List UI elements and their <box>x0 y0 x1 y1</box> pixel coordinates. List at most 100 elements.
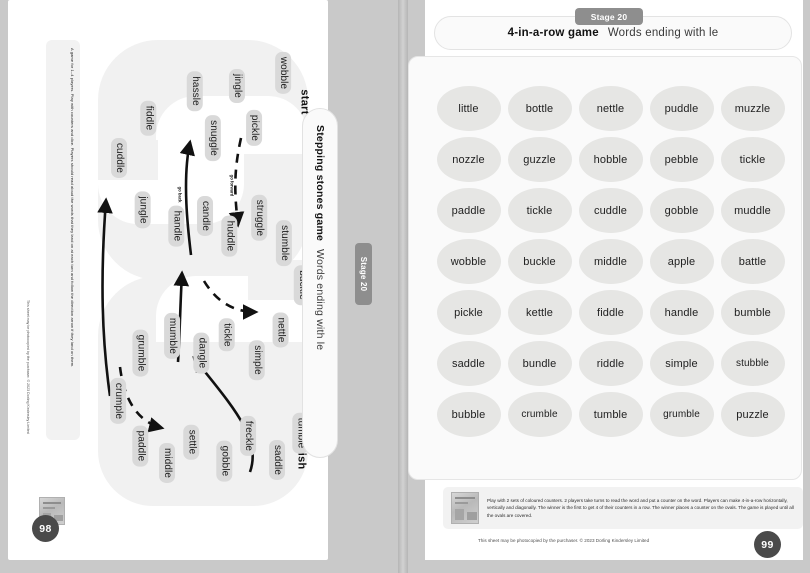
board-word[interactable]: candle <box>197 195 214 237</box>
word-oval[interactable]: saddle <box>436 341 501 386</box>
word-oval[interactable]: buckle <box>507 239 572 284</box>
grid-cell[interactable]: middle <box>575 236 646 287</box>
grid-cell[interactable]: kettle <box>504 287 575 338</box>
grid-cell[interactable]: muddle <box>717 185 788 236</box>
board-word[interactable]: nettle <box>272 312 289 348</box>
board-word[interactable]: jingle <box>228 69 245 103</box>
board-word[interactable]: pickle <box>246 109 263 147</box>
grid-cell[interactable]: bundle <box>504 338 575 389</box>
grid-cell[interactable]: muzzle <box>717 83 788 134</box>
word-oval[interactable]: gobble <box>649 188 714 233</box>
word-oval[interactable]: riddle <box>578 341 643 386</box>
grid-cell[interactable]: nettle <box>575 83 646 134</box>
word-oval[interactable]: battle <box>720 239 785 284</box>
word-oval[interactable]: apple <box>649 239 714 284</box>
grid-cell[interactable]: tickle <box>717 134 788 185</box>
board-word[interactable]: huddle <box>221 215 238 257</box>
word-oval[interactable]: tickle <box>720 137 785 182</box>
word-oval[interactable]: nozzle <box>436 137 501 182</box>
right-page-copyright: This sheet may be photocopied by the pur… <box>478 538 650 543</box>
word-oval[interactable]: muzzle <box>720 86 785 131</box>
grid-cell[interactable]: pebble <box>646 134 717 185</box>
word-oval[interactable]: tumble <box>578 392 643 437</box>
grid-cell[interactable]: hobble <box>575 134 646 185</box>
board-word[interactable]: snuggle <box>204 115 221 161</box>
grid-cell[interactable]: guzzle <box>504 134 575 185</box>
board-word[interactable]: dangle <box>193 332 210 374</box>
board-word[interactable]: hassle <box>186 71 203 111</box>
word-oval[interactable]: cuddle <box>578 188 643 233</box>
board-word[interactable]: tickle <box>218 318 235 352</box>
grid-cell[interactable]: crumble <box>504 389 575 440</box>
grid-cell[interactable]: gobble <box>646 185 717 236</box>
board-word[interactable]: settle <box>183 424 200 460</box>
grid-cell[interactable]: apple <box>646 236 717 287</box>
grid-cell[interactable]: paddle <box>433 185 504 236</box>
board-word[interactable]: mumble <box>164 312 181 360</box>
word-oval[interactable]: bubble <box>436 392 501 437</box>
word-oval[interactable]: paddle <box>436 188 501 233</box>
grid-cell[interactable]: bubble <box>433 389 504 440</box>
grid-cell[interactable]: little <box>433 83 504 134</box>
board-word[interactable]: wobble <box>275 51 292 95</box>
board-word[interactable]: saddle <box>269 439 286 481</box>
board-word[interactable]: crumple <box>110 377 127 425</box>
grid-cell[interactable]: fiddle <box>575 287 646 338</box>
grid-cell[interactable]: puddle <box>646 83 717 134</box>
grid-cell[interactable]: saddle <box>433 338 504 389</box>
grid-cell[interactable]: stubble <box>717 338 788 389</box>
word-oval[interactable]: kettle <box>507 290 572 335</box>
grid-cell[interactable]: puzzle <box>717 389 788 440</box>
board-word[interactable]: cuddle <box>111 137 128 179</box>
word-oval[interactable]: pebble <box>649 137 714 182</box>
board-word[interactable]: gobble <box>216 440 233 482</box>
word-oval[interactable]: guzzle <box>507 137 572 182</box>
word-oval[interactable]: little <box>436 86 501 131</box>
grid-cell[interactable]: wobble <box>433 236 504 287</box>
grid-cell[interactable]: cuddle <box>575 185 646 236</box>
word-oval[interactable]: bottle <box>507 86 572 131</box>
word-grid: little bottle nettle puddle muzzle nozzl… <box>433 83 788 440</box>
word-oval[interactable]: crumble <box>507 392 572 437</box>
word-oval[interactable]: puzzle <box>720 392 785 437</box>
grid-cell[interactable]: bumble <box>717 287 788 338</box>
word-oval[interactable]: bumble <box>720 290 785 335</box>
board-word[interactable]: middle <box>159 442 176 484</box>
board-word[interactable]: simple <box>248 340 265 380</box>
board-word[interactable]: stumble <box>275 220 292 266</box>
grid-cell[interactable]: riddle <box>575 338 646 389</box>
grid-cell[interactable]: nozzle <box>433 134 504 185</box>
board-word[interactable]: fiddle <box>140 100 157 136</box>
word-oval[interactable]: fiddle <box>578 290 643 335</box>
grid-cell[interactable]: buckle <box>504 236 575 287</box>
word-oval[interactable]: puddle <box>649 86 714 131</box>
board-word[interactable]: jungle <box>134 191 151 229</box>
board-word[interactable]: paddle <box>132 425 149 467</box>
word-oval[interactable]: stubble <box>720 341 785 386</box>
word-oval[interactable]: nettle <box>578 86 643 131</box>
grid-cell[interactable]: tumble <box>575 389 646 440</box>
word-oval[interactable]: tickle <box>507 188 572 233</box>
grid-cell[interactable]: grumble <box>646 389 717 440</box>
word-oval[interactable]: wobble <box>436 239 501 284</box>
word-oval[interactable]: muddle <box>720 188 785 233</box>
word-oval[interactable]: simple <box>649 341 714 386</box>
grid-cell[interactable]: handle <box>646 287 717 338</box>
board-word[interactable]: struggle <box>251 194 268 242</box>
word-oval[interactable]: handle <box>649 290 714 335</box>
word-oval[interactable]: bundle <box>507 341 572 386</box>
grid-cell[interactable]: tickle <box>504 185 575 236</box>
grid-cell[interactable]: bottle <box>504 83 575 134</box>
word-oval[interactable]: middle <box>578 239 643 284</box>
grid-cell[interactable]: pickle <box>433 287 504 338</box>
side-tab-title: Stepping stones game <box>314 125 326 242</box>
board-word[interactable]: freckle <box>240 415 257 457</box>
word-oval[interactable]: pickle <box>436 290 501 335</box>
grid-cell[interactable]: battle <box>717 236 788 287</box>
board-word[interactable]: handle <box>168 205 185 247</box>
board-word[interactable]: grumble <box>132 329 149 377</box>
grid-cell[interactable]: simple <box>646 338 717 389</box>
word-oval[interactable]: grumble <box>649 392 714 437</box>
page-number-left: 98 <box>32 515 59 542</box>
word-oval[interactable]: hobble <box>578 137 643 182</box>
